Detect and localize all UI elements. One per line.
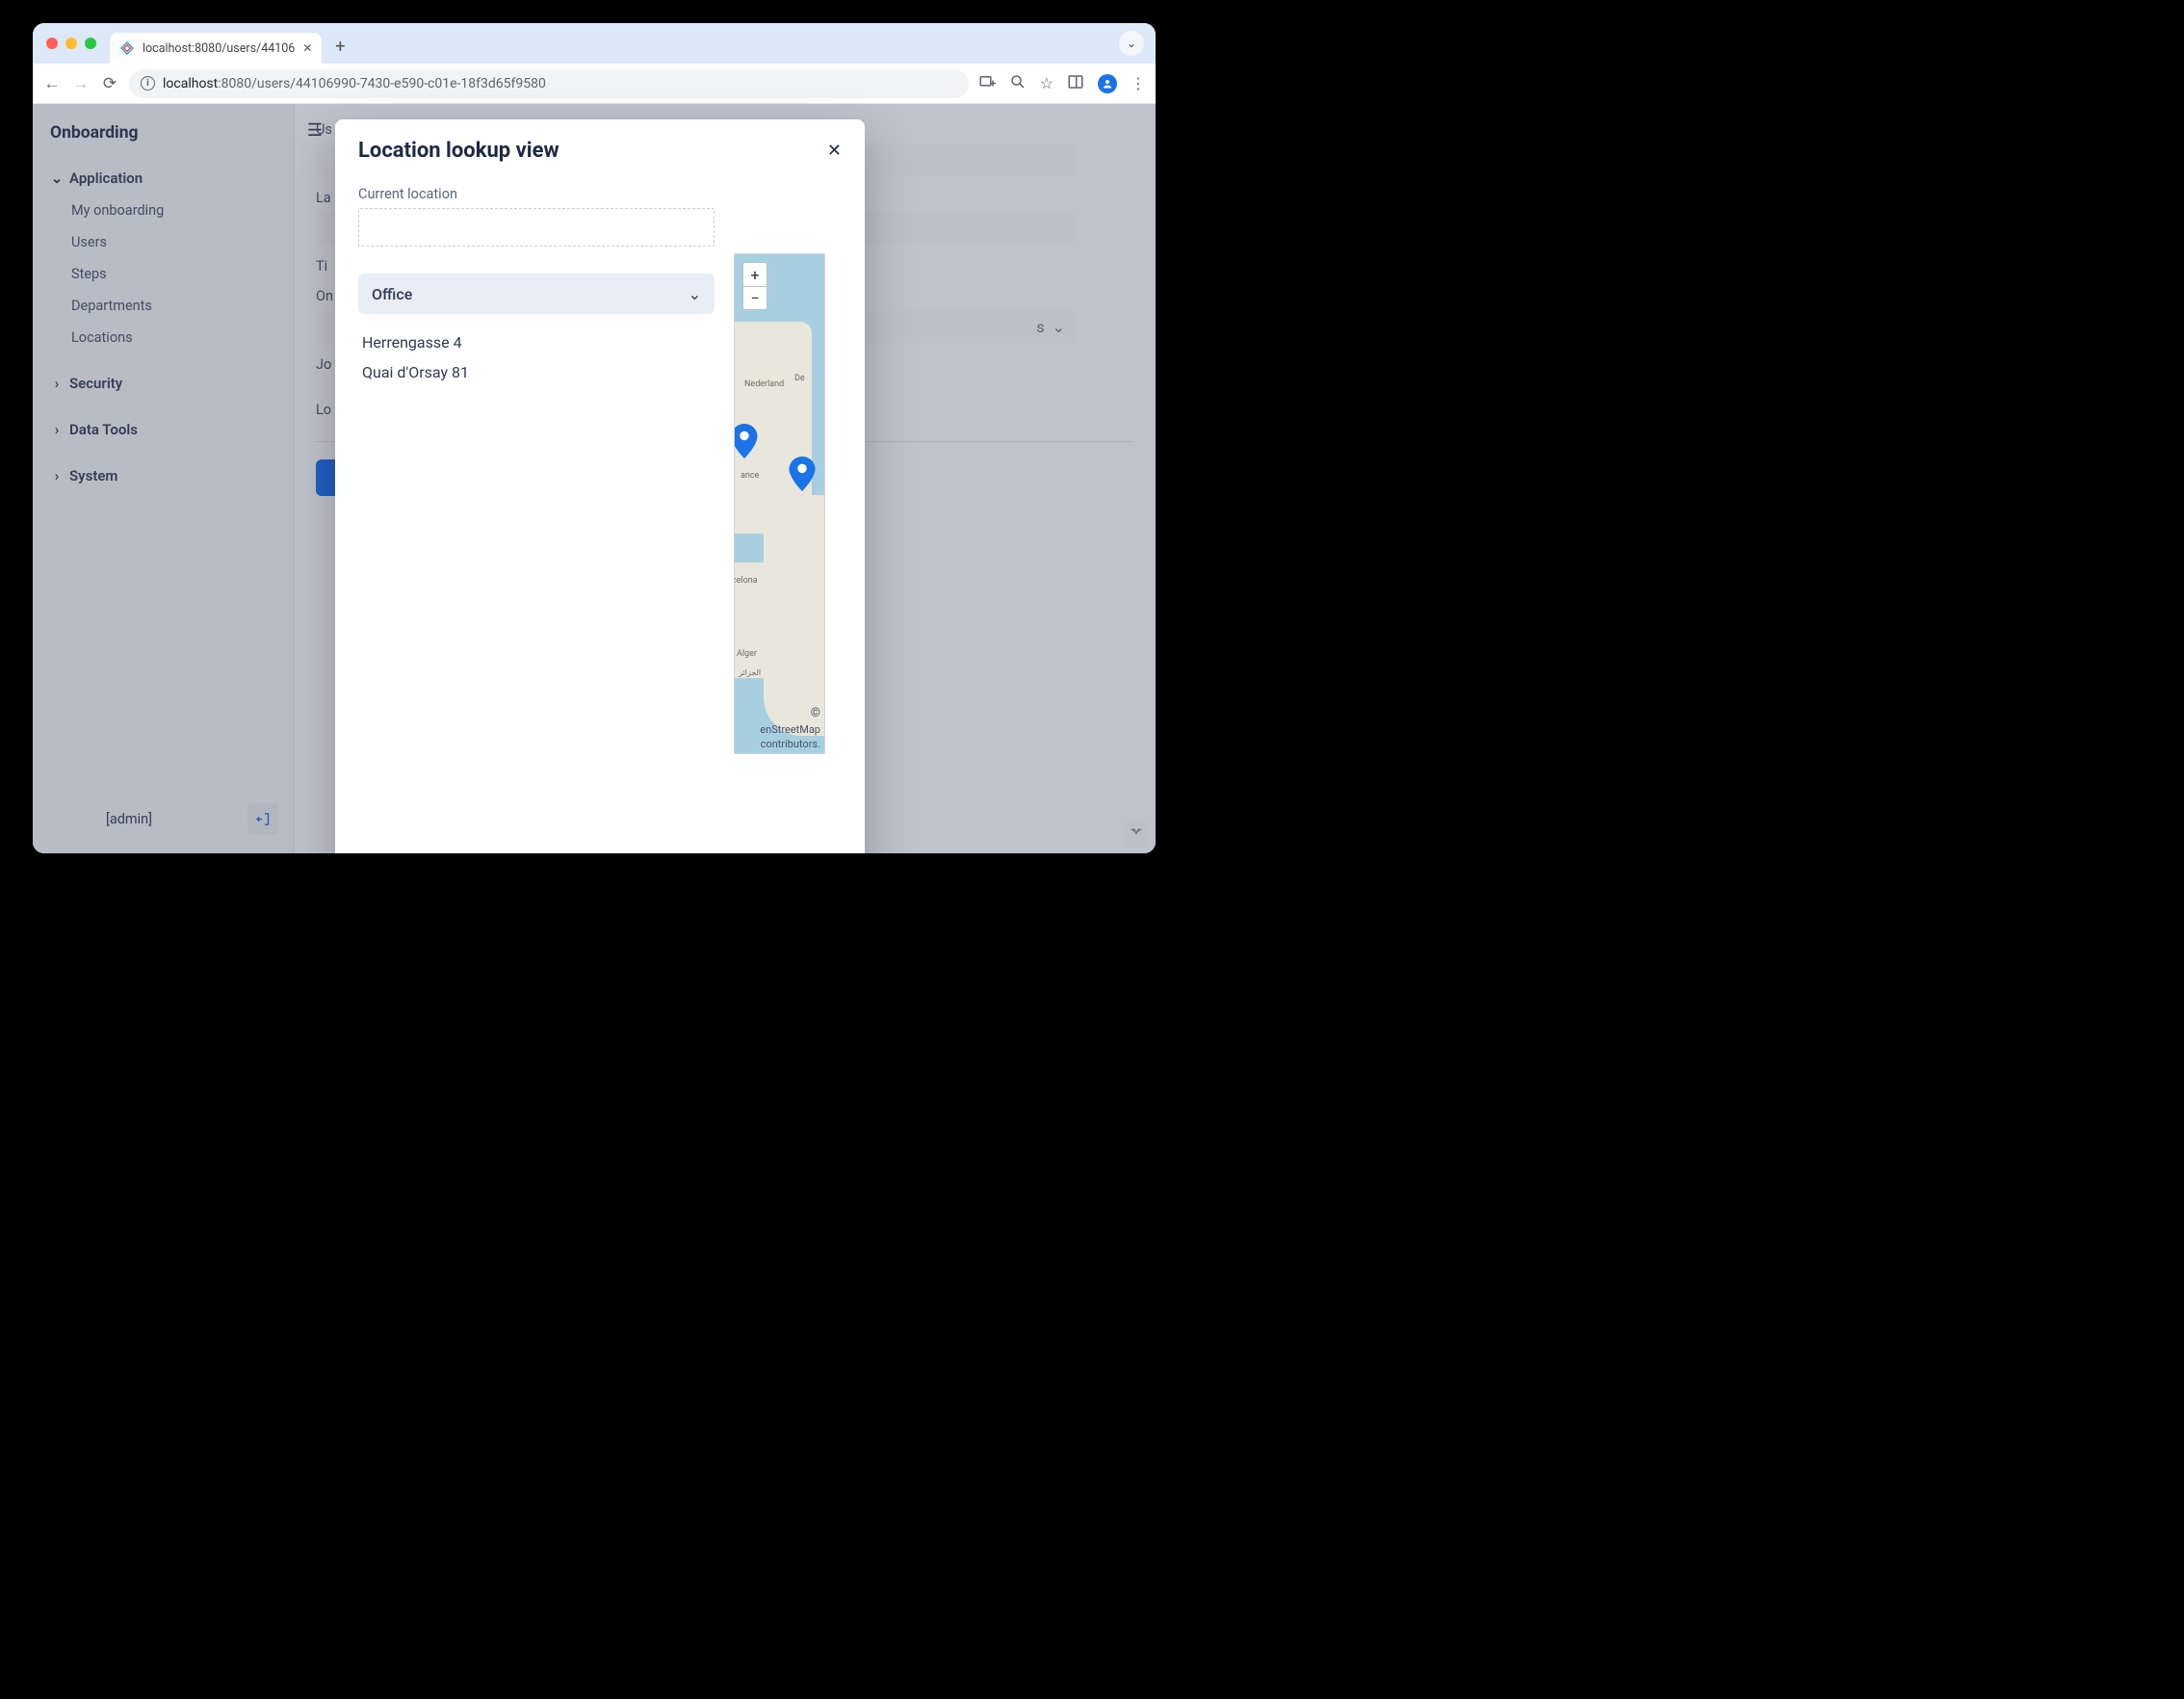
toolbar-actions: ☆ ⋮ xyxy=(978,73,1146,94)
map-label: ﺍﻟﺠﺰﺍﺋﺮ xyxy=(739,668,761,677)
attribution-line: contributors. xyxy=(760,738,820,751)
favicon-icon xyxy=(119,40,135,56)
office-accordion-title: Office xyxy=(372,285,412,303)
tab-strip-right: ⌄ xyxy=(1119,31,1146,56)
url-path: :8080/users/44106990-7430-e590-c01e-18f3… xyxy=(218,76,546,91)
map-label: ance xyxy=(741,471,759,481)
map-label: Nederland xyxy=(744,379,784,389)
dialog-header: Location lookup view ✕ xyxy=(335,119,865,169)
office-accordion-header[interactable]: Office ⌄ xyxy=(358,274,715,314)
map-label: Alger xyxy=(737,649,757,659)
office-list: Herrengasse 4 Quai d'Orsay 81 xyxy=(358,327,715,387)
chevron-down-icon: ⌄ xyxy=(689,285,701,303)
browser-window: localhost:8080/users/44106 ✕ + ⌄ ← → ⟳ i… xyxy=(33,23,1156,853)
map-zoom-control: + − xyxy=(742,262,767,310)
install-app-icon[interactable] xyxy=(978,73,996,94)
zoom-in-button[interactable]: + xyxy=(743,263,767,286)
map-pin-icon[interactable] xyxy=(789,457,816,491)
dialog-body: Current location Office ⌄ Herrengasse 4 … xyxy=(335,169,865,853)
browser-tab[interactable]: localhost:8080/users/44106 ✕ xyxy=(110,33,322,64)
tab-close-icon[interactable]: ✕ xyxy=(302,41,312,55)
map-label: rcelona xyxy=(734,576,758,586)
nav-forward-icon[interactable]: → xyxy=(71,74,91,93)
window-maximize-dot[interactable] xyxy=(85,38,96,49)
new-tab-button[interactable]: + xyxy=(329,37,351,57)
zoom-icon[interactable] xyxy=(1009,73,1027,94)
map-copyright: © xyxy=(811,706,820,720)
dialog-close-icon[interactable]: ✕ xyxy=(827,141,842,161)
window-close-dot[interactable] xyxy=(46,38,58,49)
dialog-title: Location lookup view xyxy=(358,139,559,163)
office-item[interactable]: Quai d'Orsay 81 xyxy=(358,357,715,387)
app-root: Onboarding ⌄ Application My onboarding U… xyxy=(33,104,1156,853)
current-location-label: Current location xyxy=(358,186,715,202)
tab-title: localhost:8080/users/44106 xyxy=(143,41,295,56)
site-info-icon[interactable]: i xyxy=(141,76,155,91)
profile-avatar-icon[interactable] xyxy=(1098,74,1117,93)
dialog-left-panel: Current location Office ⌄ Herrengasse 4 … xyxy=(358,186,715,853)
window-minimize-dot[interactable] xyxy=(65,38,77,49)
nav-reload-icon[interactable]: ⟳ xyxy=(100,74,119,93)
attribution-line: enStreetMap xyxy=(760,723,820,737)
map-attribution: enStreetMap contributors. xyxy=(760,723,820,751)
toolbar: ← → ⟳ i localhost:8080/users/44106990-74… xyxy=(33,64,1156,104)
bookmark-star-icon[interactable]: ☆ xyxy=(1040,74,1053,92)
dialog-map-panel: Nederland De ance rcelona Alger ﺍﻟﺠﺰﺍﺋﺮ … xyxy=(734,253,842,853)
window-controls xyxy=(42,38,102,49)
side-panel-icon[interactable] xyxy=(1067,73,1084,94)
zoom-out-button[interactable]: − xyxy=(743,286,767,309)
nav-back-icon[interactable]: ← xyxy=(42,74,62,93)
current-location-value xyxy=(358,208,715,247)
url-host: localhost xyxy=(163,76,218,91)
location-lookup-dialog: Location lookup view ✕ Current location … xyxy=(335,119,865,853)
map-pin-icon[interactable] xyxy=(734,424,758,458)
tab-overflow-icon[interactable]: ⌄ xyxy=(1119,31,1144,56)
kebab-menu-icon[interactable]: ⋮ xyxy=(1131,74,1146,92)
map[interactable]: Nederland De ance rcelona Alger ﺍﻟﺠﺰﺍﺋﺮ … xyxy=(734,253,825,754)
tab-strip: localhost:8080/users/44106 ✕ + ⌄ xyxy=(33,23,1156,64)
address-bar[interactable]: i localhost:8080/users/44106990-7430-e59… xyxy=(129,69,969,98)
map-label: De xyxy=(794,374,805,383)
office-item[interactable]: Herrengasse 4 xyxy=(358,327,715,357)
